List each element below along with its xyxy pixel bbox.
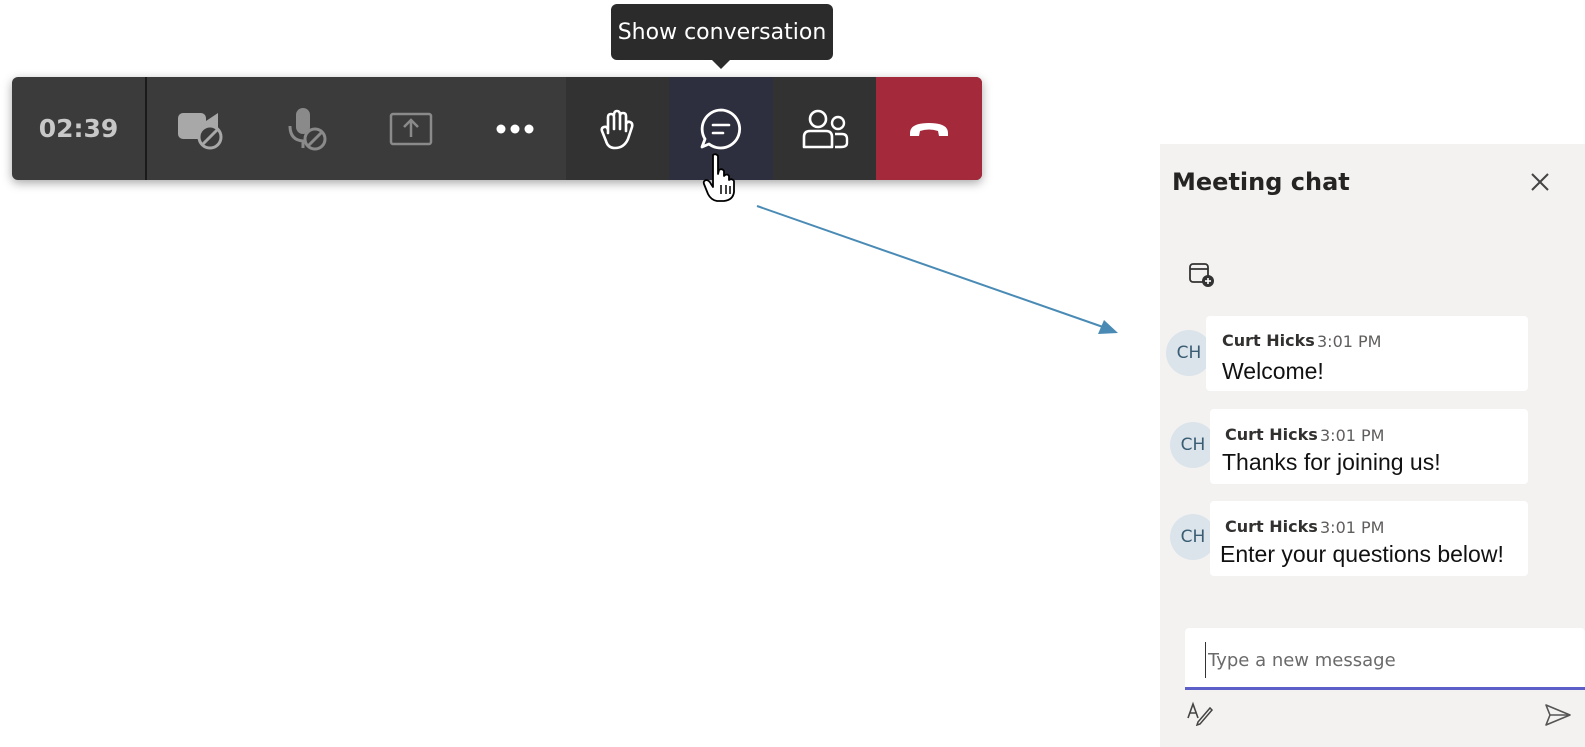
message-sender: Curt Hicks	[1222, 331, 1315, 350]
mic-toggle-button[interactable]	[255, 77, 359, 180]
raise-hand-icon	[599, 109, 634, 149]
message-time: 3:01 PM	[1320, 426, 1385, 445]
meeting-chat-panel: Meeting chat CH Curt Hicks 3:01 PM Welco…	[1160, 144, 1585, 747]
hang-up-button[interactable]	[876, 77, 982, 180]
meeting-details-icon[interactable]	[1188, 262, 1216, 288]
more-actions-button[interactable]	[463, 77, 566, 180]
chat-message: Curt Hicks 3:01 PM Enter your questions …	[1210, 501, 1528, 576]
share-screen-icon	[389, 112, 433, 145]
message-time: 3:01 PM	[1317, 332, 1382, 351]
mic-off-icon	[288, 107, 327, 150]
show-conversation-tooltip: Show conversation	[611, 4, 833, 60]
chat-message: Curt Hicks 3:01 PM Thanks for joining us…	[1210, 409, 1528, 484]
tooltip-pointer	[711, 59, 731, 69]
message-text: Enter your questions below!	[1220, 541, 1504, 567]
message-sender: Curt Hicks	[1225, 517, 1318, 536]
message-text: Thanks for joining us!	[1222, 449, 1441, 475]
tooltip-text: Show conversation	[617, 19, 827, 45]
send-icon[interactable]	[1544, 702, 1572, 728]
format-text-icon[interactable]	[1186, 700, 1214, 726]
share-screen-button[interactable]	[359, 77, 463, 180]
chat-icon	[700, 108, 742, 149]
close-icon[interactable]	[1528, 170, 1552, 194]
camera-off-icon	[178, 112, 223, 149]
message-input[interactable]	[1205, 642, 1570, 678]
chat-message: Curt Hicks 3:01 PM Welcome!	[1206, 316, 1528, 391]
hand-cursor-icon	[702, 153, 735, 202]
more-icon	[496, 124, 533, 133]
message-time: 3:01 PM	[1320, 518, 1385, 537]
meeting-toolbar: 02:39	[12, 77, 982, 180]
show-participants-button[interactable]	[773, 77, 876, 180]
participants-icon	[802, 109, 848, 148]
camera-toggle-button[interactable]	[147, 77, 255, 180]
compose-box	[1185, 628, 1585, 690]
raise-hand-button[interactable]	[566, 77, 669, 180]
hang-up-icon	[910, 122, 948, 136]
message-sender: Curt Hicks	[1225, 425, 1318, 444]
panel-title: Meeting chat	[1172, 168, 1350, 196]
call-timer: 02:39	[12, 77, 147, 180]
message-text: Welcome!	[1222, 358, 1324, 384]
